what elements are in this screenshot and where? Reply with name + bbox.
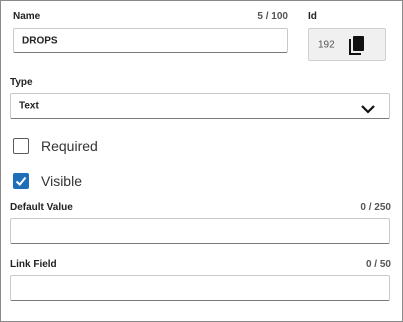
visible-checkbox-row[interactable]: Visible	[13, 171, 82, 191]
copy-icon[interactable]	[348, 35, 366, 55]
default-value-counter: 0 / 250	[360, 202, 391, 213]
field-properties-panel: Name 5 / 100 DROPS Id 192 Type Text Requ…	[0, 0, 403, 322]
type-select[interactable]: Text	[10, 93, 390, 119]
name-label: Name	[13, 11, 41, 22]
name-counter: 5 / 100	[257, 11, 288, 22]
checkmark-icon	[15, 176, 27, 186]
name-input-value: DROPS	[22, 35, 58, 46]
id-value: 192	[318, 39, 335, 50]
visible-label: Visible	[41, 173, 82, 189]
default-value-input[interactable]	[10, 218, 390, 244]
link-field-counter: 0 / 50	[365, 259, 391, 270]
type-selected-value: Text	[19, 100, 39, 112]
required-checkbox-row[interactable]: Required	[13, 136, 98, 156]
link-field-input[interactable]	[10, 275, 390, 301]
id-label: Id	[308, 11, 317, 22]
link-field-label: Link Field	[10, 259, 57, 270]
type-label: Type	[10, 77, 33, 88]
id-field: 192	[308, 28, 386, 61]
required-checkbox[interactable]	[13, 138, 29, 154]
default-value-label: Default Value	[10, 202, 73, 213]
name-input[interactable]: DROPS	[13, 28, 288, 53]
visible-checkbox[interactable]	[13, 173, 29, 189]
required-label: Required	[41, 138, 98, 154]
chevron-down-icon	[361, 101, 375, 114]
